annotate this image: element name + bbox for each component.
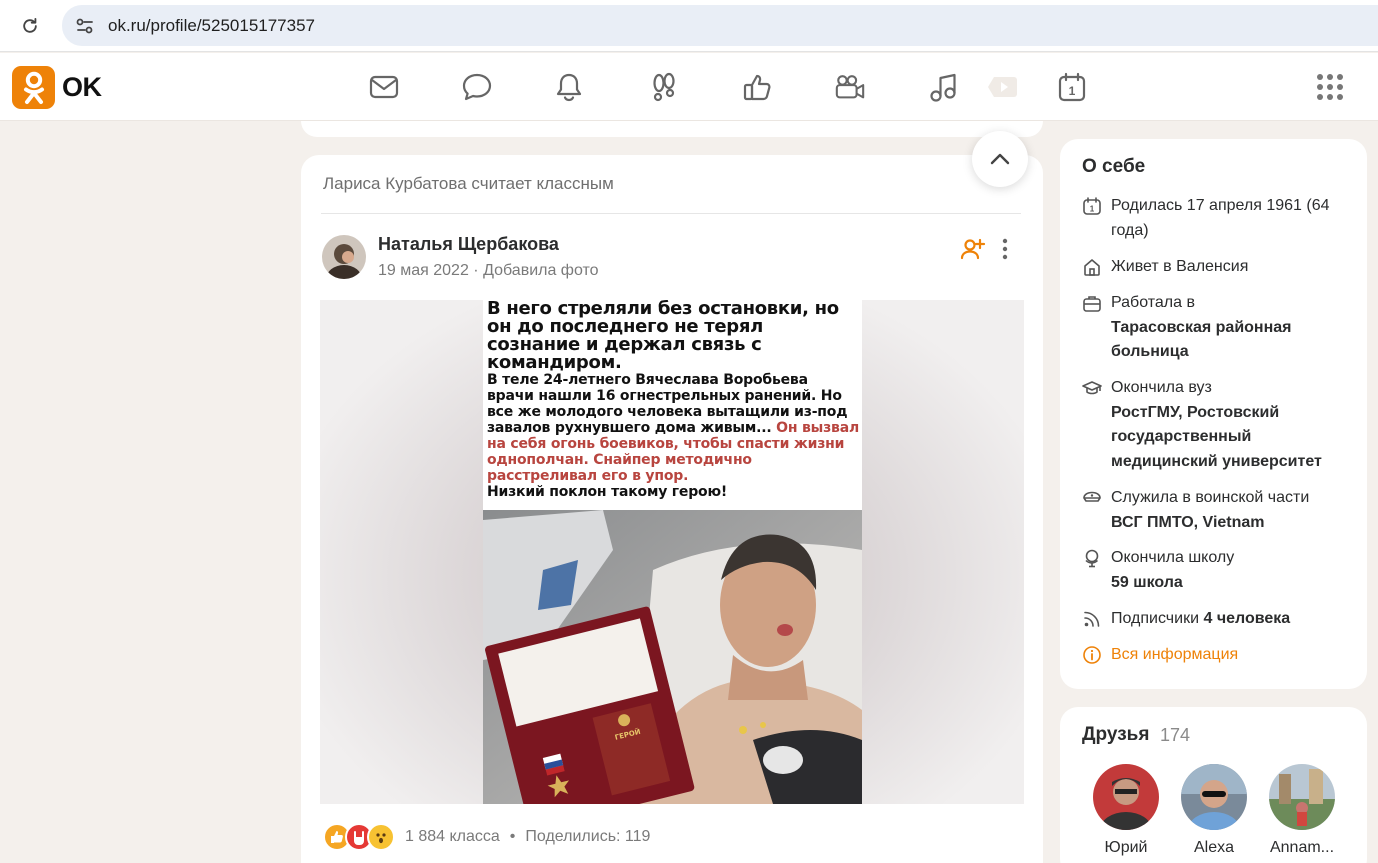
about-birthday: 1 Родилась 17 апреля 1961 (64 года): [1082, 194, 1352, 243]
post-date[interactable]: 19 мая 2022: [378, 262, 469, 279]
university-text: Окончила вуз РостГМУ, Ростовский государ…: [1111, 376, 1352, 474]
friends-card: Друзья 174 Юрий Alexa Annam...: [1060, 707, 1367, 863]
work-text: Работала в Тарасовская районная больница: [1111, 291, 1352, 365]
friend-avatar[interactable]: [1093, 764, 1159, 830]
about-card: О себе 1 Родилась 17 апреля 1961 (64 год…: [1060, 139, 1367, 689]
military-label: Служила в воинской части: [1111, 489, 1310, 506]
about-title: О себе: [1082, 156, 1146, 177]
born-text: Родилась 17 апреля 1961 (64 года): [1111, 197, 1330, 239]
followers-text: Подписчики 4 человека: [1111, 607, 1352, 632]
calendar-day: 1: [1069, 84, 1076, 98]
about-university: Окончила вуз РостГМУ, Ростовский государ…: [1082, 376, 1352, 474]
about-lives: Живет в Валенсия: [1082, 255, 1352, 280]
work-place[interactable]: Тарасовская районная больница: [1111, 319, 1291, 361]
separator-dot: •: [509, 828, 516, 845]
rss-icon: [1082, 609, 1102, 629]
friend-item[interactable]: Alexa: [1174, 764, 1254, 857]
friend-item[interactable]: Юрий: [1086, 764, 1166, 857]
more-options-icon[interactable]: [998, 237, 1012, 261]
ok-logo-icon: [12, 66, 55, 109]
post-image[interactable]: В него стреляли без остановки, но он до …: [320, 300, 1024, 804]
browser-toolbar: ok.ru/profile/525015177357: [0, 0, 1378, 52]
globe-icon: [1082, 548, 1102, 568]
military-text: Служила в воинской части ВСГ ПМТО, Vietn…: [1111, 486, 1352, 535]
divider: [321, 213, 1021, 214]
calendar-icon[interactable]: 1: [1056, 71, 1088, 103]
friends-count: 174: [1160, 725, 1191, 745]
about-followers[interactable]: Подписчики 4 человека: [1082, 607, 1352, 632]
graduation-cap-icon: [1082, 378, 1102, 398]
briefcase-icon: [1082, 293, 1102, 313]
military-unit[interactable]: ВСГ ПМТО, Vietnam: [1111, 514, 1265, 531]
friend-avatar[interactable]: [1269, 764, 1335, 830]
about-military: Служила в воинской части ВСГ ПМТО, Vietn…: [1082, 486, 1352, 535]
author-name[interactable]: Наталья Щербакова: [378, 234, 559, 255]
home-icon: [1082, 257, 1102, 277]
chat-icon[interactable]: [461, 71, 493, 103]
reload-icon[interactable]: [18, 14, 42, 38]
uni-label: Окончила вуз: [1111, 379, 1212, 396]
all-info-text[interactable]: Вся информация: [1111, 643, 1352, 668]
info-icon: [1082, 645, 1102, 665]
video-icon[interactable]: [984, 71, 1020, 103]
school-name[interactable]: 59 школа: [1111, 574, 1183, 591]
calendar-small-day: 1: [1090, 205, 1095, 214]
url-text[interactable]: ok.ru/profile/525015177357: [108, 16, 315, 36]
previous-post-card: [301, 121, 1043, 137]
bell-icon[interactable]: [553, 71, 585, 103]
chevron-up-icon: [990, 153, 1010, 165]
add-friend-icon[interactable]: [960, 237, 986, 261]
video-camera-icon[interactable]: [834, 71, 866, 103]
calendar-small-icon: 1: [1082, 196, 1102, 216]
author-avatar[interactable]: [322, 235, 366, 279]
site-header: OK 1: [0, 53, 1378, 121]
meta-separator: ·: [473, 262, 484, 279]
uni-name[interactable]: РостГМУ, Ростовский государственный меди…: [1111, 404, 1322, 470]
work-label: Работала в: [1111, 294, 1195, 311]
followers-label: Подписчики: [1111, 610, 1200, 627]
poster-title: В него стреляли без остановки, но он до …: [487, 300, 839, 373]
friend-name[interactable]: Alexa: [1174, 839, 1254, 857]
all-info-link[interactable]: Вся информация: [1082, 643, 1352, 668]
about-work: Работала в Тарасовская районная больница: [1082, 291, 1352, 365]
about-school: Окончила школу 59 школа: [1082, 546, 1352, 595]
like-icon[interactable]: [742, 71, 774, 103]
poster: В него стреляли без остановки, но он до …: [483, 300, 862, 804]
poster-photo: ГЕРОЙ: [483, 510, 862, 804]
mail-icon[interactable]: [368, 71, 400, 103]
post-meta: 19 мая 2022 · Добавила фото: [378, 262, 599, 280]
site-info-icon[interactable]: [74, 15, 96, 37]
poster-paragraph: В теле 24-летнего Вячеслава Воробьева вр…: [487, 372, 859, 484]
ok-logo[interactable]: OK: [12, 66, 102, 109]
guests-icon[interactable]: [648, 71, 680, 103]
poster-closing: Низкий поклон такому герою!: [487, 484, 728, 500]
scroll-to-top-button[interactable]: [972, 131, 1028, 187]
friend-name[interactable]: Юрий: [1086, 839, 1166, 857]
school-label: Окончила школу: [1111, 549, 1235, 566]
wow-reaction-icon: [367, 823, 395, 851]
shares-count[interactable]: Поделились: 119: [525, 828, 650, 845]
military-cap-icon: [1082, 488, 1102, 508]
reactions-bar[interactable]: 1 884 класса • Поделились: 119: [323, 822, 650, 852]
post-context[interactable]: Лариса Курбатова считает классным: [323, 174, 614, 194]
logo-text: OK: [62, 72, 102, 102]
friends-title[interactable]: Друзья: [1082, 724, 1149, 746]
post-action: Добавила фото: [483, 262, 599, 279]
reaction-summary: 1 884 класса • Поделились: 119: [405, 828, 650, 846]
address-bar[interactable]: ok.ru/profile/525015177357: [62, 5, 1378, 46]
apps-grid-icon[interactable]: [1316, 73, 1344, 101]
friend-name[interactable]: Annam...: [1262, 839, 1342, 857]
feed-post: Лариса Курбатова считает классным Наталь…: [301, 155, 1043, 863]
poster-text: В него стреляли без остановки, но он до …: [487, 300, 859, 510]
reactions-count[interactable]: 1 884 класса: [405, 828, 500, 845]
followers-value[interactable]: 4 человека: [1203, 610, 1290, 627]
friend-item[interactable]: Annam...: [1262, 764, 1342, 857]
music-icon[interactable]: [927, 71, 959, 103]
lives-text[interactable]: Живет в Валенсия: [1111, 255, 1352, 280]
school-text: Окончила школу 59 школа: [1111, 546, 1352, 595]
friend-avatar[interactable]: [1181, 764, 1247, 830]
